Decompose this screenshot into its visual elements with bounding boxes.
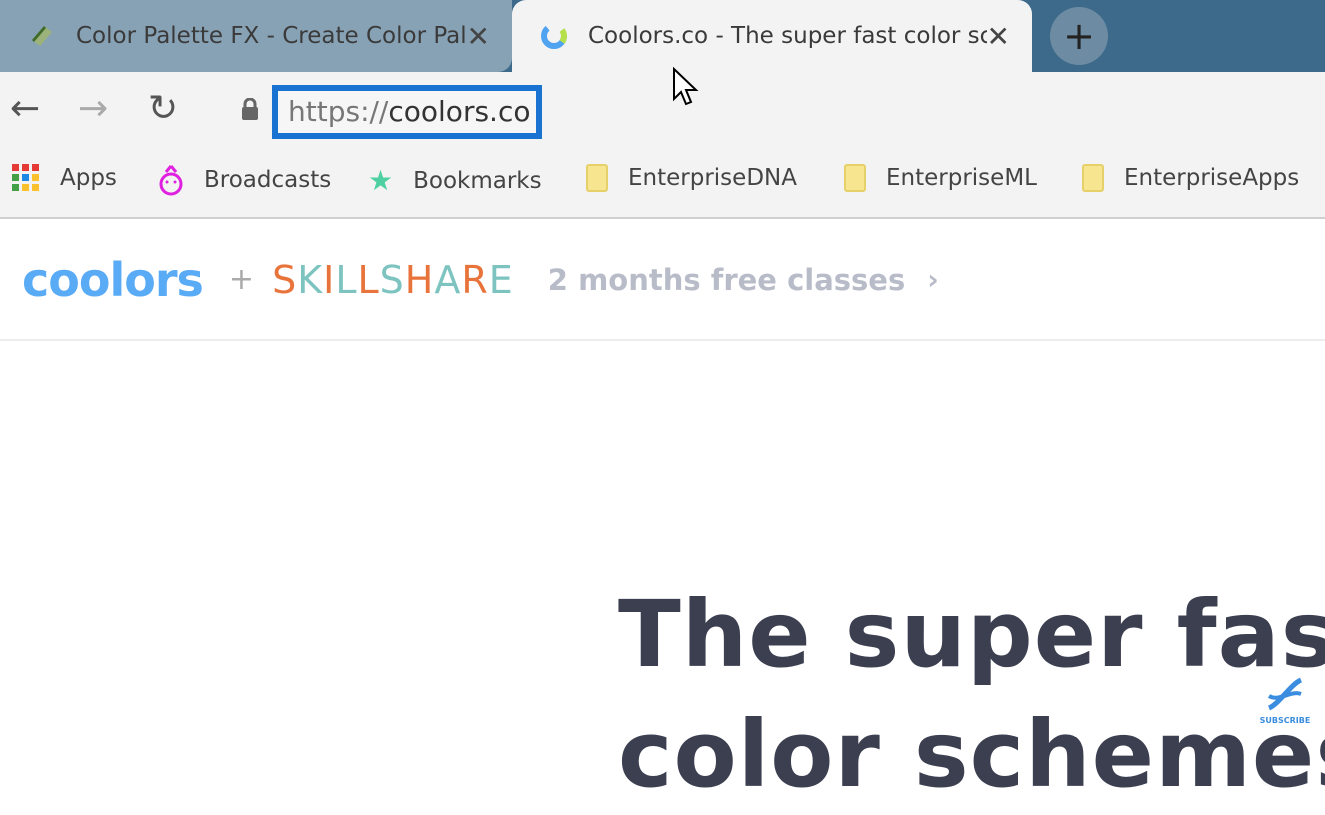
skillshare-letter: L [357, 257, 380, 302]
lock-icon [242, 98, 258, 120]
hero-line-2: color schemes [618, 701, 1325, 808]
chevron-right-icon[interactable]: › [927, 263, 939, 296]
bookmark-enterpriseapps[interactable]: EnterpriseApps [1082, 164, 1299, 192]
bookmark-apps[interactable]: Apps [12, 164, 117, 192]
apps-grid-icon [12, 164, 39, 191]
folder-icon [844, 164, 866, 192]
folder-icon [586, 164, 608, 192]
broadcasts-icon [159, 165, 183, 196]
coolors-favicon [541, 23, 567, 49]
bookmark-enterpriseml[interactable]: EnterpriseML [844, 164, 1037, 192]
skillshare-letter: S [379, 257, 405, 302]
dna-icon [1267, 677, 1303, 711]
bookmark-label: EnterpriseDNA [628, 165, 797, 191]
bookmark-label: Apps [60, 165, 117, 191]
bookmark-label: EnterpriseApps [1124, 165, 1300, 191]
hero-line-1: The super fast [618, 581, 1325, 688]
bookmark-bookmarks[interactable]: ★ Bookmarks [368, 164, 542, 197]
promo-text[interactable]: 2 months free classes [548, 263, 905, 297]
skillshare-letter: E [488, 257, 514, 302]
address-bar[interactable]: https://coolors.co [272, 85, 542, 139]
back-icon[interactable]: ← [10, 88, 40, 129]
tab-coolors[interactable]: Coolors.co - The super fast color scheme… [512, 0, 1032, 72]
bookmarks-bar: Apps Broadcasts ★ Bookmarks EnterpriseDN… [0, 146, 1325, 219]
subscribe-overlay[interactable]: SUBSCRIBE [1255, 676, 1315, 725]
mouse-cursor-icon [673, 67, 699, 106]
tab-title: Color Palette FX - Create Color Palettes [76, 23, 467, 49]
new-tab-button[interactable]: + [1050, 7, 1108, 65]
hero-heading: The super fast color schemes [618, 575, 1325, 815]
tab-color-palette-fx[interactable]: Color Palette FX - Create Color Palettes… [0, 0, 512, 72]
subscribe-label: SUBSCRIBE [1259, 716, 1311, 725]
palette-favicon [32, 26, 52, 46]
bookmark-enterprisedna[interactable]: EnterpriseDNA [586, 164, 797, 192]
reload-icon[interactable]: ↻ [148, 88, 178, 129]
tab-bar: Color Palette FX - Create Color Palettes… [0, 0, 1325, 72]
bookmark-broadcasts[interactable]: Broadcasts [158, 164, 331, 196]
plus-sign: + [228, 262, 255, 297]
forward-icon[interactable]: → [78, 88, 108, 129]
star-icon: ★ [368, 164, 394, 197]
folder-icon [1082, 164, 1104, 192]
skillshare-letter: L [335, 257, 358, 302]
url-scheme: https:// [288, 95, 389, 128]
bookmark-label: Broadcasts [204, 167, 332, 193]
skillshare-letter: S [272, 257, 298, 302]
skillshare-letter: H [404, 257, 435, 302]
bookmark-label: EnterpriseML [886, 165, 1037, 191]
promo-banner[interactable]: coolors + SKILLSHARE 2 months free class… [0, 220, 1325, 341]
skillshare-letter: I [323, 257, 336, 302]
tab-title: Coolors.co - The super fast color scheme… [588, 23, 987, 49]
skillshare-logo: SKILLSHARE [272, 258, 514, 302]
skillshare-letter: K [297, 257, 324, 302]
close-tab-icon[interactable]: ✕ [987, 20, 1010, 53]
skillshare-letter: R [461, 257, 489, 302]
close-tab-icon[interactable]: ✕ [467, 20, 490, 53]
coolors-logo[interactable]: coolors [22, 253, 204, 307]
toolbar: ← → ↻ https://coolors.co [0, 72, 1325, 146]
skillshare-letter: A [434, 257, 462, 302]
bookmark-label: Bookmarks [413, 167, 542, 194]
url-host: coolors.co [388, 95, 531, 128]
